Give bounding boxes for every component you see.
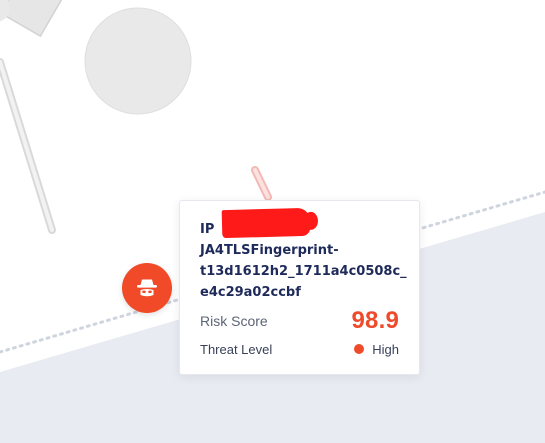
threat-level-row: Threat Level High	[200, 339, 399, 359]
risk-score-label: Risk Score	[200, 313, 268, 329]
threat-level-value: High	[372, 341, 399, 357]
square-shape	[0, 0, 67, 38]
title-line: JA4TLSFingerprint-	[200, 243, 339, 258]
threat-level-indicator: High	[354, 342, 399, 357]
redaction-mark	[221, 207, 311, 239]
graph-canvas[interactable]: IP JA4TLSFingerprint- t13d1612h2_1711a4c…	[0, 0, 545, 443]
status-dot-icon	[354, 344, 365, 354]
partial-circle-shape	[0, 0, 10, 22]
threat-level-label: Threat Level	[200, 341, 273, 357]
spy-icon	[137, 279, 157, 297]
title-line: t13d1612h2_1711a4c0508c_	[200, 264, 407, 279]
risk-score-row: Risk Score 98.9	[200, 305, 399, 337]
title-line: e4c29a02ccbf	[200, 285, 301, 300]
circle-shape	[84, 7, 192, 115]
risk-score-value: 98.9	[351, 307, 399, 334]
threat-actor-node[interactable]	[122, 263, 172, 313]
node-tooltip-card: IP JA4TLSFingerprint- t13d1612h2_1711a4c…	[179, 200, 420, 375]
